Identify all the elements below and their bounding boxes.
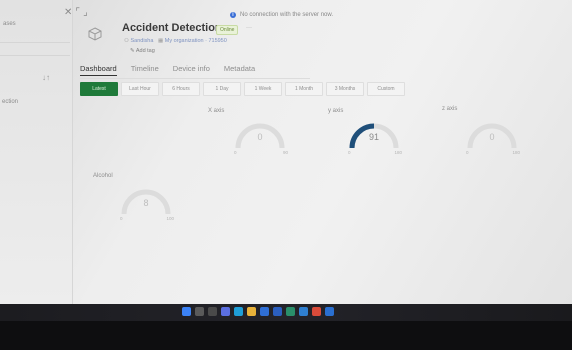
y-axis-label: y axis (328, 108, 344, 114)
chat-icon[interactable] (221, 307, 230, 316)
alcohol-gauge: 8 0 100 (118, 182, 174, 228)
tab-metadata[interactable]: Metadata (224, 64, 255, 76)
gauge-min: 0 (234, 150, 237, 155)
gauge-min: 0 (348, 150, 351, 155)
store-icon[interactable] (260, 307, 269, 316)
gauge-min: 0 (466, 150, 469, 155)
add-tag-label: Add tag (135, 48, 155, 54)
taskbar-icons (182, 307, 334, 316)
notice-text: No connection with the server now. (240, 12, 334, 18)
tab-dashboard[interactable]: Dashboard (80, 64, 117, 76)
owner-link[interactable]: Sandisha (130, 38, 153, 44)
app-window: ases ↓↑ ection ✕⌜⌟ i No connection with … (0, 0, 572, 304)
add-tag-button[interactable]: ✎ Add tag (130, 48, 155, 54)
task-view-icon[interactable] (208, 307, 217, 316)
gauge-min: 0 (120, 216, 123, 221)
gauge-max: 100 (166, 216, 174, 221)
gauge-value: 0 (257, 132, 263, 142)
photos-icon[interactable] (286, 307, 295, 316)
gauge-value: 8 (143, 198, 149, 208)
edge-browser-icon[interactable] (234, 307, 243, 316)
range-last-hour-button[interactable]: Last Hour (121, 82, 159, 96)
more-options-button[interactable]: ··· (246, 25, 252, 31)
z-axis-label: z axis (442, 106, 458, 112)
person-icon: ⚇ (124, 38, 129, 44)
tab-bar: Dashboard Timeline Device info Metadata (80, 64, 255, 76)
sidebar-item-accident-detection[interactable]: ection (2, 99, 18, 105)
info-icon: i (230, 12, 236, 18)
sort-arrows-icon[interactable]: ↓↑ (42, 73, 50, 82)
range-6-hours-button[interactable]: 6 Hours (162, 82, 200, 96)
file-explorer-icon[interactable] (247, 307, 256, 316)
taskbar (0, 304, 572, 321)
tag-icon: ✎ (130, 48, 135, 54)
tab-device-info[interactable]: Device info (173, 64, 210, 76)
range-3-months-button[interactable]: 3 Months (326, 82, 364, 96)
range-1-week-button[interactable]: 1 Week (244, 82, 282, 96)
chrome-icon[interactable] (312, 307, 321, 316)
gauge-max: 180 (394, 150, 402, 155)
y-axis-gauge: 91 0 180 (346, 116, 402, 162)
organization-icon: ▦ (158, 38, 164, 44)
expand-icon[interactable]: ⌜⌟ (75, 7, 90, 18)
range-1-day-button[interactable]: 1 Day (203, 82, 241, 96)
range-latest-button[interactable]: Latest (80, 82, 118, 96)
gauge-value: 91 (368, 132, 379, 142)
app-icon[interactable] (325, 307, 334, 316)
sidebar: ases ↓↑ ection (0, 0, 73, 304)
sidebar-search-field[interactable] (0, 42, 70, 56)
search-icon[interactable] (195, 307, 204, 316)
mail-icon[interactable] (273, 307, 282, 316)
device-meta: ⚇ Sandisha ▦ My organization · 715950 (124, 38, 227, 44)
gauge-max: 90 (282, 150, 288, 155)
z-axis-gauge: 0 0 180 (464, 116, 520, 162)
window-controls: ✕⌜⌟ (64, 7, 91, 18)
connection-notice: i No connection with the server now. (230, 12, 333, 18)
tab-divider (80, 78, 310, 79)
gauge-value: 0 (489, 132, 495, 142)
close-icon[interactable]: ✕ (64, 7, 75, 18)
device-cube-icon (88, 27, 102, 41)
device-title: Accident Detection (122, 22, 222, 34)
windows-start-icon[interactable] (182, 307, 191, 316)
alcohol-label: Alcohol (93, 173, 113, 179)
status-badge: Online (216, 25, 239, 35)
gauge-max: 180 (512, 150, 520, 155)
time-range-selector: Latest Last Hour 6 Hours 1 Day 1 Week 1 … (80, 82, 405, 96)
x-axis-gauge: 0 0 90 (232, 116, 288, 162)
organization-link[interactable]: My organization · 715950 (165, 38, 227, 44)
monitor-bezel (0, 321, 572, 350)
x-axis-label: X axis (208, 108, 225, 114)
security-icon[interactable] (299, 307, 308, 316)
tab-timeline[interactable]: Timeline (131, 64, 159, 76)
sidebar-top-text: ases (3, 21, 16, 27)
range-custom-button[interactable]: Custom (367, 82, 405, 96)
range-1-month-button[interactable]: 1 Month (285, 82, 323, 96)
